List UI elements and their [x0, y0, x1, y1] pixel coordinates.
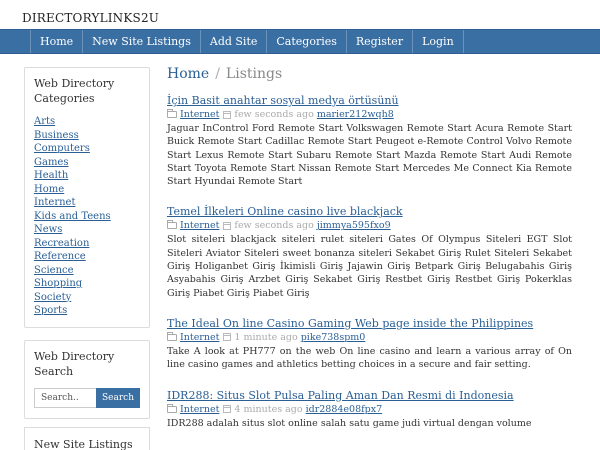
listing-title[interactable]: Temel İlkeleri Online casino live blackj…: [167, 205, 572, 219]
listing-user-link[interactable]: jimmya595fxo9: [317, 219, 391, 232]
category-kids-and-teens[interactable]: Kids and Teens: [34, 210, 140, 224]
sidebar: Web Directory Categories Arts Business C…: [24, 67, 150, 450]
category-society[interactable]: Society: [34, 291, 140, 305]
listing-user-link[interactable]: pike738spm0: [301, 331, 366, 344]
category-shopping[interactable]: Shopping: [34, 277, 140, 291]
listing-meta: Internet few seconds ago jimmya595fxo9: [167, 219, 572, 232]
search-panel-title: Web Directory Search: [34, 349, 115, 378]
category-sports[interactable]: Sports: [34, 304, 140, 318]
folder-icon: [167, 331, 177, 341]
category-internet[interactable]: Internet: [34, 196, 140, 210]
main-content: Home / Listings İçin Basit anahtar sosyal …: [167, 66, 572, 447]
listing-time: 4 minutes ago: [234, 403, 303, 415]
search-form: Search: [34, 387, 140, 408]
listing-item: Temel İlkeleri Online casino live blackj…: [167, 205, 572, 299]
calendar-icon: [223, 405, 232, 414]
category-home[interactable]: Home: [34, 183, 140, 197]
listing-description: Slot siteleri blackjack siteleri rulet s…: [167, 234, 572, 299]
listing-item: IDR288: Situs Slot Pulsa Paling Aman Dan…: [167, 389, 572, 430]
nav-login[interactable]: Login: [413, 30, 464, 53]
folder-icon: [167, 403, 177, 413]
category-news[interactable]: News: [34, 223, 140, 237]
main-navbar: Home New Site Listings Add Site Categori…: [0, 29, 600, 54]
listing-user-link[interactable]: idr2884e08fpx7: [306, 403, 383, 416]
listing-description: IDR288 adalah situs slot online salah sa…: [167, 417, 532, 429]
listing-description: Take A look at PH777 on the web On line …: [167, 345, 572, 371]
calendar-icon: [223, 110, 232, 119]
category-science[interactable]: Science: [34, 264, 140, 278]
listing-meta: Internet 1 minute ago pike738spm0: [167, 331, 572, 344]
categories-panel: Web Directory Categories Arts Business C…: [24, 67, 150, 328]
calendar-icon: [223, 221, 232, 230]
category-computers[interactable]: Computers: [34, 142, 140, 156]
breadcrumb: Home / Listings: [167, 66, 572, 82]
category-business[interactable]: Business: [34, 129, 140, 143]
listing-title[interactable]: IDR288: Situs Slot Pulsa Paling Aman Dan…: [167, 389, 572, 403]
nav-add-site[interactable]: Add Site: [201, 30, 268, 53]
categories-panel-title: Web Directory Categories: [34, 77, 115, 105]
breadcrumb-home[interactable]: Home: [167, 66, 209, 82]
new-listings-panel-title: New Site Listings: [34, 437, 133, 450]
listing-time: 1 minute ago: [234, 331, 298, 343]
category-list: Arts Business Computers Games Health Hom…: [34, 115, 140, 318]
category-arts[interactable]: Arts: [34, 115, 140, 129]
calendar-icon: [223, 333, 232, 342]
nav-categories[interactable]: Categories: [267, 30, 347, 53]
listing-item: İçin Basit anahtar sosyal medya örtüsünü…: [167, 94, 572, 188]
category-reference[interactable]: Reference: [34, 250, 140, 264]
listing-meta: Internet few seconds ago marier212wqh8: [167, 108, 572, 121]
search-panel: Web Directory Search Search: [24, 339, 150, 419]
listing-category-link[interactable]: Internet: [180, 219, 219, 232]
listing-category-link[interactable]: Internet: [180, 403, 219, 416]
search-input[interactable]: [34, 387, 96, 408]
listing-user-link[interactable]: marier212wqh8: [317, 108, 394, 121]
listing-item: The Ideal On line Casino Gaming Web page…: [167, 317, 572, 372]
search-button[interactable]: Search: [96, 387, 140, 408]
nav-new-site-listings[interactable]: New Site Listings: [83, 30, 201, 53]
category-recreation[interactable]: Recreation: [34, 237, 140, 251]
folder-icon: [167, 109, 177, 118]
category-health[interactable]: Health: [34, 169, 140, 183]
listing-title[interactable]: The Ideal On line Casino Gaming Web page…: [167, 317, 572, 331]
listing-time: few seconds ago: [234, 220, 314, 232]
nav-home[interactable]: Home: [30, 30, 84, 53]
listing-description: Jaguar InControl Ford Remote Start Volks…: [167, 123, 572, 188]
folder-icon: [167, 220, 177, 230]
listing-meta: Internet 4 minutes ago idr2884e08fpx7: [167, 403, 572, 416]
site-header: DIRECTORYLINKS2U: [0, 0, 600, 28]
site-title[interactable]: DIRECTORYLINKS2U: [22, 11, 159, 25]
listing-category-link[interactable]: Internet: [180, 331, 219, 344]
breadcrumb-separator: /: [215, 66, 220, 82]
listing-title[interactable]: İçin Basit anahtar sosyal medya örtüsünü: [167, 94, 572, 108]
nav-register[interactable]: Register: [347, 30, 414, 53]
listing-time: few seconds ago: [234, 109, 314, 120]
new-listings-panel: New Site Listings: [24, 426, 150, 450]
breadcrumb-current: Listings: [225, 66, 283, 82]
category-games[interactable]: Games: [34, 156, 140, 170]
listing-category-link[interactable]: Internet: [180, 108, 219, 121]
